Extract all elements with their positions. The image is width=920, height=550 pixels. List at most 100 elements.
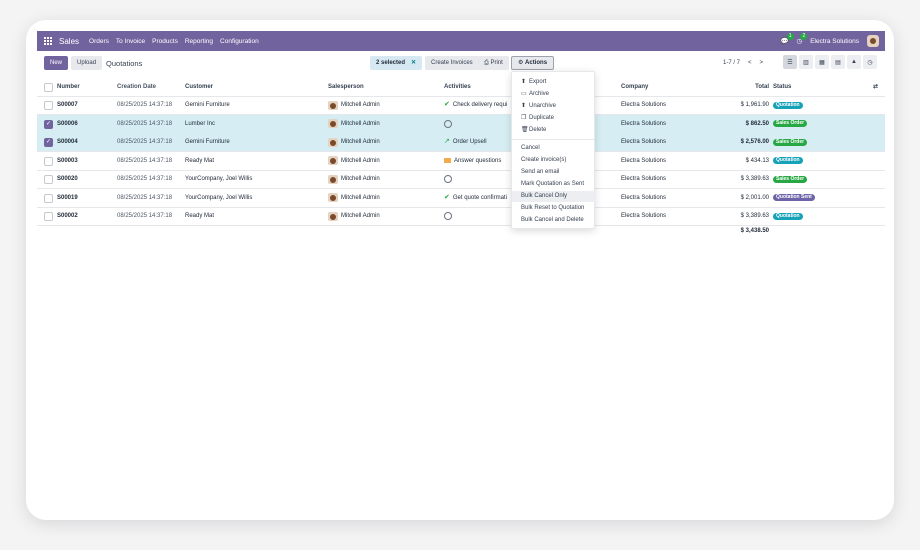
clock-icon[interactable] <box>444 212 452 220</box>
company-switcher[interactable]: Electra Solutions <box>810 38 859 45</box>
row-checkbox[interactable] <box>44 175 53 184</box>
activity[interactable]: Answer questions <box>444 152 516 170</box>
menu-item-mark-quotation-as-sent[interactable]: Mark Quotation as Sent <box>521 179 597 190</box>
activity[interactable] <box>444 115 516 133</box>
menu-reporting[interactable]: Reporting <box>185 38 213 45</box>
col-salesperson[interactable]: Salesperson <box>328 78 408 96</box>
status-badge: Sales Order <box>773 138 808 146</box>
salesperson: Mitchell Admin <box>328 189 408 207</box>
menu-item-export[interactable]: ⬆ Export <box>521 77 597 88</box>
select-all-checkbox[interactable] <box>44 83 53 92</box>
kanban-view-icon[interactable]: ▥ <box>799 55 813 69</box>
creation-date: 08/25/2025 14:37:18 <box>117 176 173 182</box>
table-row[interactable]: S00003 08/25/2025 14:37:18 Ready Mat Mitche… <box>37 152 885 171</box>
list-view-icon[interactable]: ☰ <box>783 55 797 69</box>
col-status[interactable]: Status <box>773 78 865 96</box>
pivot-view-icon[interactable]: ▤ <box>831 55 845 69</box>
customer: Ready Mat <box>185 157 215 164</box>
clear-selection-icon[interactable]: ✕ <box>411 60 416 66</box>
user-avatar[interactable] <box>867 35 879 47</box>
calendar-view-icon[interactable]: ▦ <box>815 55 829 69</box>
activity[interactable]: ↗ Order Upsell <box>444 133 516 151</box>
menu-item-archive[interactable]: ▭ Archive <box>521 89 597 100</box>
col-creation-date[interactable]: Creation Date <box>117 78 179 96</box>
print-label: Print <box>490 60 503 66</box>
graph-view-icon[interactable]: ▲ <box>847 55 861 69</box>
col-total[interactable]: Total <box>717 78 769 96</box>
row-checkbox[interactable] <box>44 138 53 147</box>
table-header: Number Creation Date Customer Salesperso… <box>37 78 885 97</box>
col-customer[interactable]: Customer <box>185 78 275 96</box>
activity[interactable] <box>444 170 516 188</box>
table-row[interactable]: S00020 08/25/2025 14:37:18 YourCompany, Jo… <box>37 170 885 189</box>
row-checkbox[interactable] <box>44 212 53 221</box>
activity[interactable]: ✔ Get quote confirmati <box>444 189 516 207</box>
table-row[interactable]: S00007 08/25/2025 14:37:18 Gemini Furnitur… <box>37 96 885 115</box>
row-checkbox[interactable] <box>44 101 53 110</box>
status-cell: Sales Order <box>773 133 865 151</box>
avatar <box>328 100 338 110</box>
status-badge: Quotation <box>773 212 803 220</box>
status-badge: Sales Order <box>773 120 808 127</box>
menu-item-duplicate[interactable]: ❐ Duplicate <box>521 113 597 124</box>
optional-columns-icon[interactable]: ⇄ <box>873 78 883 96</box>
col-number[interactable]: Number <box>57 78 112 96</box>
table-row[interactable]: S00002 08/25/2025 14:37:18 Ready Mat Mitche… <box>37 207 885 226</box>
menu-item-bulk-reset-to-quotation[interactable]: Bulk Reset to Quotation <box>521 203 597 214</box>
row-checkbox[interactable] <box>44 156 53 166</box>
messages-count: 1 <box>786 33 794 40</box>
pager-next-icon[interactable]: > <box>760 56 764 70</box>
app-name[interactable]: Sales <box>59 37 79 46</box>
salesperson: Mitchell Admin <box>328 115 408 133</box>
activity[interactable]: ✔ Check delivery requi <box>444 96 516 114</box>
menu-item-unarchive[interactable]: ⬆ Unarchive <box>521 101 597 112</box>
apps-menu-icon[interactable] <box>44 36 54 46</box>
menu-item-bulk-cancel-and-delete[interactable]: Bulk Cancel and Delete <box>521 215 597 226</box>
col-company[interactable]: Company <box>621 78 701 96</box>
menu-orders[interactable]: Orders <box>89 38 109 45</box>
pager-value[interactable]: 1-7 / 7 <box>723 56 740 70</box>
clock-icon[interactable] <box>444 119 452 128</box>
status-cell: Quotation <box>773 207 865 225</box>
pager-prev-icon[interactable]: < <box>748 56 752 70</box>
activity-view-icon[interactable]: ◷ <box>863 55 877 69</box>
menu-item-label: Unarchive <box>529 103 557 109</box>
clock-icon[interactable] <box>444 175 452 183</box>
row-checkbox[interactable] <box>44 119 53 129</box>
actions-button[interactable]: ⚙ Actions <box>511 56 555 70</box>
activities-icon[interactable]: ◷ 2 <box>797 33 808 45</box>
col-activities[interactable]: Activities <box>444 78 516 96</box>
menu-item-delete[interactable]: 🗑Delete <box>521 125 597 136</box>
trend-icon: ↗ <box>444 138 450 145</box>
top-navbar: Sales Orders To Invoice Products Reporti… <box>37 31 885 51</box>
table-row[interactable]: S00019 08/25/2025 14:37:18 YourCompany, Jo… <box>37 189 885 208</box>
create-invoices-button[interactable]: Create Invoices <box>425 56 479 70</box>
menu-configuration[interactable]: Configuration <box>220 38 259 45</box>
table-row[interactable]: S00006 08/25/2025 14:37:18 Lumber Inc Mitch… <box>37 114 885 134</box>
menu-item-cancel[interactable]: Cancel <box>521 143 597 154</box>
row-checkbox[interactable] <box>44 193 53 203</box>
status-cell: Sales Order <box>773 170 865 188</box>
menu-products[interactable]: Products <box>152 38 178 45</box>
messages-icon[interactable]: 💬 1 <box>780 33 794 45</box>
breadcrumb: Quotations <box>106 58 143 68</box>
activities-count: 2 <box>800 33 808 40</box>
print-button[interactable]: ⎙ Print <box>478 56 509 70</box>
activity[interactable] <box>444 207 516 225</box>
menu-item-send-an-email[interactable]: Send an email <box>521 167 597 178</box>
order-number: S00004 <box>57 139 78 145</box>
salesperson: Mitchell Admin <box>328 207 408 225</box>
menu-to-invoice[interactable]: To Invoice <box>116 38 145 45</box>
menu-item-create-invoice-s[interactable]: Create invoice(s) <box>521 155 597 166</box>
creation-date: 08/25/2025 14:37:18 <box>117 120 173 127</box>
menu-item-label: Export <box>529 79 547 85</box>
total: $ 2,576.00 <box>740 139 769 145</box>
upload-button[interactable]: Upload <box>71 56 103 70</box>
menu-item-label: Duplicate <box>529 115 555 121</box>
menu-item-bulk-cancel-only[interactable]: Bulk Cancel Only <box>512 191 595 202</box>
table-row[interactable]: S00004 08/25/2025 14:37:18 Gemini Furnitur… <box>37 133 885 152</box>
new-button[interactable]: New <box>44 56 69 70</box>
order-number: S00002 <box>57 213 78 219</box>
order-number: S00003 <box>57 157 78 164</box>
selection-pill: 2 selected ✕ <box>370 56 423 70</box>
